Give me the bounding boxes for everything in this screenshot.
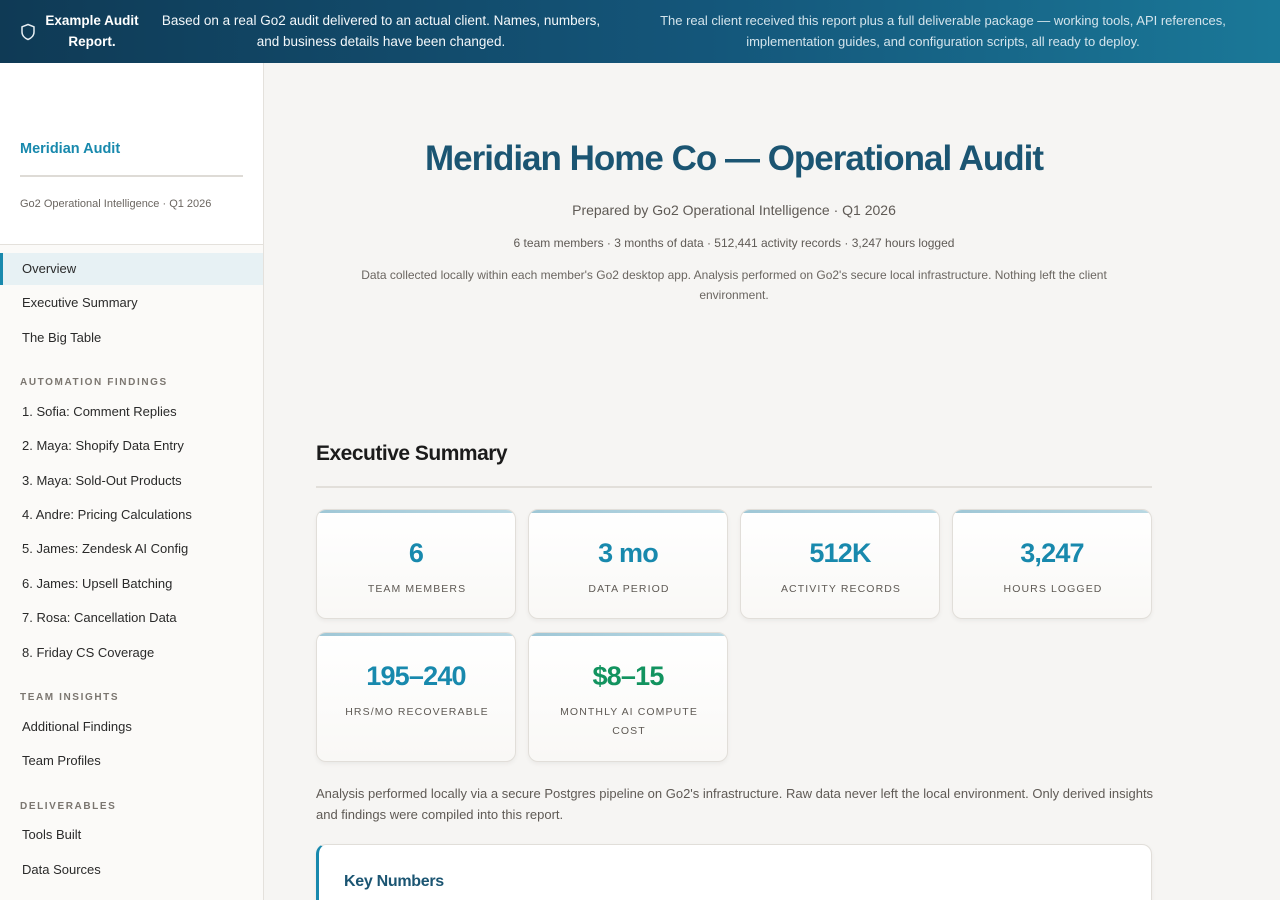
sidebar-header: Meridian Audit Go2 Operational Intellige… <box>0 63 263 245</box>
stat-value: 512K <box>809 538 871 568</box>
sidebar-item-tools-built[interactable]: Tools Built <box>0 819 263 851</box>
sidebar-item-finding-2[interactable]: 2. Maya: Shopify Data Entry <box>0 430 263 462</box>
stat-label: DATA PERIOD <box>588 583 670 595</box>
sidebar-item-overview[interactable]: Overview <box>0 253 263 285</box>
stat-value: 6 <box>408 538 424 568</box>
stat-label: HRS/MO RECOVERABLE <box>345 706 489 718</box>
shield-icon <box>21 23 35 41</box>
sidebar: Meridian Audit Go2 Operational Intellige… <box>0 63 264 900</box>
sidebar-subtitle: Go2 Operational Intelligence · Q1 2026 <box>20 198 212 210</box>
sidebar-section-team-insights: TEAM INSIGHTS <box>20 692 120 703</box>
key-numbers-heading: Key Numbers <box>344 873 444 890</box>
sidebar-brand[interactable]: Meridian Audit <box>20 141 120 157</box>
sidebar-item-additional-findings[interactable]: Additional Findings <box>0 711 263 743</box>
stat-card-ai-compute-cost: $8–15 MONTHLY AI COMPUTE COST <box>528 632 728 762</box>
executive-summary-heading: Executive Summary <box>316 442 508 465</box>
stat-value: $8–15 <box>592 661 664 691</box>
stat-card-activity-records: 512K ACTIVITY RECORDS <box>740 509 940 619</box>
stats-summary: 6 team members · 3 months of data · 512,… <box>513 236 955 250</box>
stat-card-data-period: 3 mo DATA PERIOD <box>528 509 728 619</box>
stat-value: 3,247 <box>1020 538 1084 568</box>
sidebar-section-automation-findings: AUTOMATION FINDINGS <box>20 377 168 388</box>
sidebar-divider <box>20 175 243 177</box>
page-title: Meridian Home Co — Operational Audit <box>424 139 1044 178</box>
top-banner: Example Audit Report. Based on a real Go… <box>0 0 1280 63</box>
stat-card-hours-logged: 3,247 HOURS LOGGED <box>952 509 1152 619</box>
sidebar-section-deliverables: DELIVERABLES <box>20 801 117 812</box>
sidebar-item-big-table[interactable]: The Big Table <box>0 322 263 354</box>
analysis-note: Analysis performed locally via a secure … <box>316 786 1154 822</box>
sidebar-item-team-profiles[interactable]: Team Profiles <box>0 745 263 777</box>
main-content: Meridian Home Co — Operational Audit Pre… <box>264 63 1280 900</box>
sidebar-item-finding-3[interactable]: 3. Maya: Sold-Out Products <box>0 465 263 497</box>
sidebar-item-finding-6[interactable]: 6. James: Upsell Batching <box>0 568 263 600</box>
section-divider <box>316 486 1152 488</box>
banner-disclaimer: Based on a real Go2 audit delivered to a… <box>161 13 601 49</box>
key-numbers-panel: Key Numbers <box>316 844 1152 900</box>
prepared-by: Prepared by Go2 Operational Intelligence… <box>572 202 896 218</box>
stat-label: ACTIVITY RECORDS <box>780 583 902 595</box>
privacy-note: Data collected locally within each membe… <box>361 268 1107 302</box>
banner-title: Example Audit Report. <box>45 13 139 49</box>
stat-label: TEAM MEMBERS <box>367 583 467 595</box>
sidebar-item-finding-7[interactable]: 7. Rosa: Cancellation Data <box>0 602 263 634</box>
stat-label: MONTHLY AI COMPUTE COST <box>560 706 698 737</box>
sidebar-item-finding-1[interactable]: 1. Sofia: Comment Replies <box>0 396 263 428</box>
sidebar-item-finding-5[interactable]: 5. James: Zendesk AI Config <box>0 533 263 565</box>
sidebar-item-data-sources[interactable]: Data Sources <box>0 854 263 886</box>
sidebar-item-finding-4[interactable]: 4. Andre: Pricing Calculations <box>0 499 263 531</box>
stat-card-hours-recoverable: 195–240 HRS/MO RECOVERABLE <box>316 632 516 762</box>
stat-card-team-members: 6 TEAM MEMBERS <box>316 509 516 619</box>
stat-value: 3 mo <box>598 538 659 568</box>
sidebar-item-finding-8[interactable]: 8. Friday CS Coverage <box>0 637 263 669</box>
stat-label: HOURS LOGGED <box>1003 583 1103 595</box>
sidebar-item-executive-summary[interactable]: Executive Summary <box>0 287 263 319</box>
stat-value: 195–240 <box>366 661 466 691</box>
banner-deliverables-note: The real client received this report plu… <box>660 13 1226 49</box>
